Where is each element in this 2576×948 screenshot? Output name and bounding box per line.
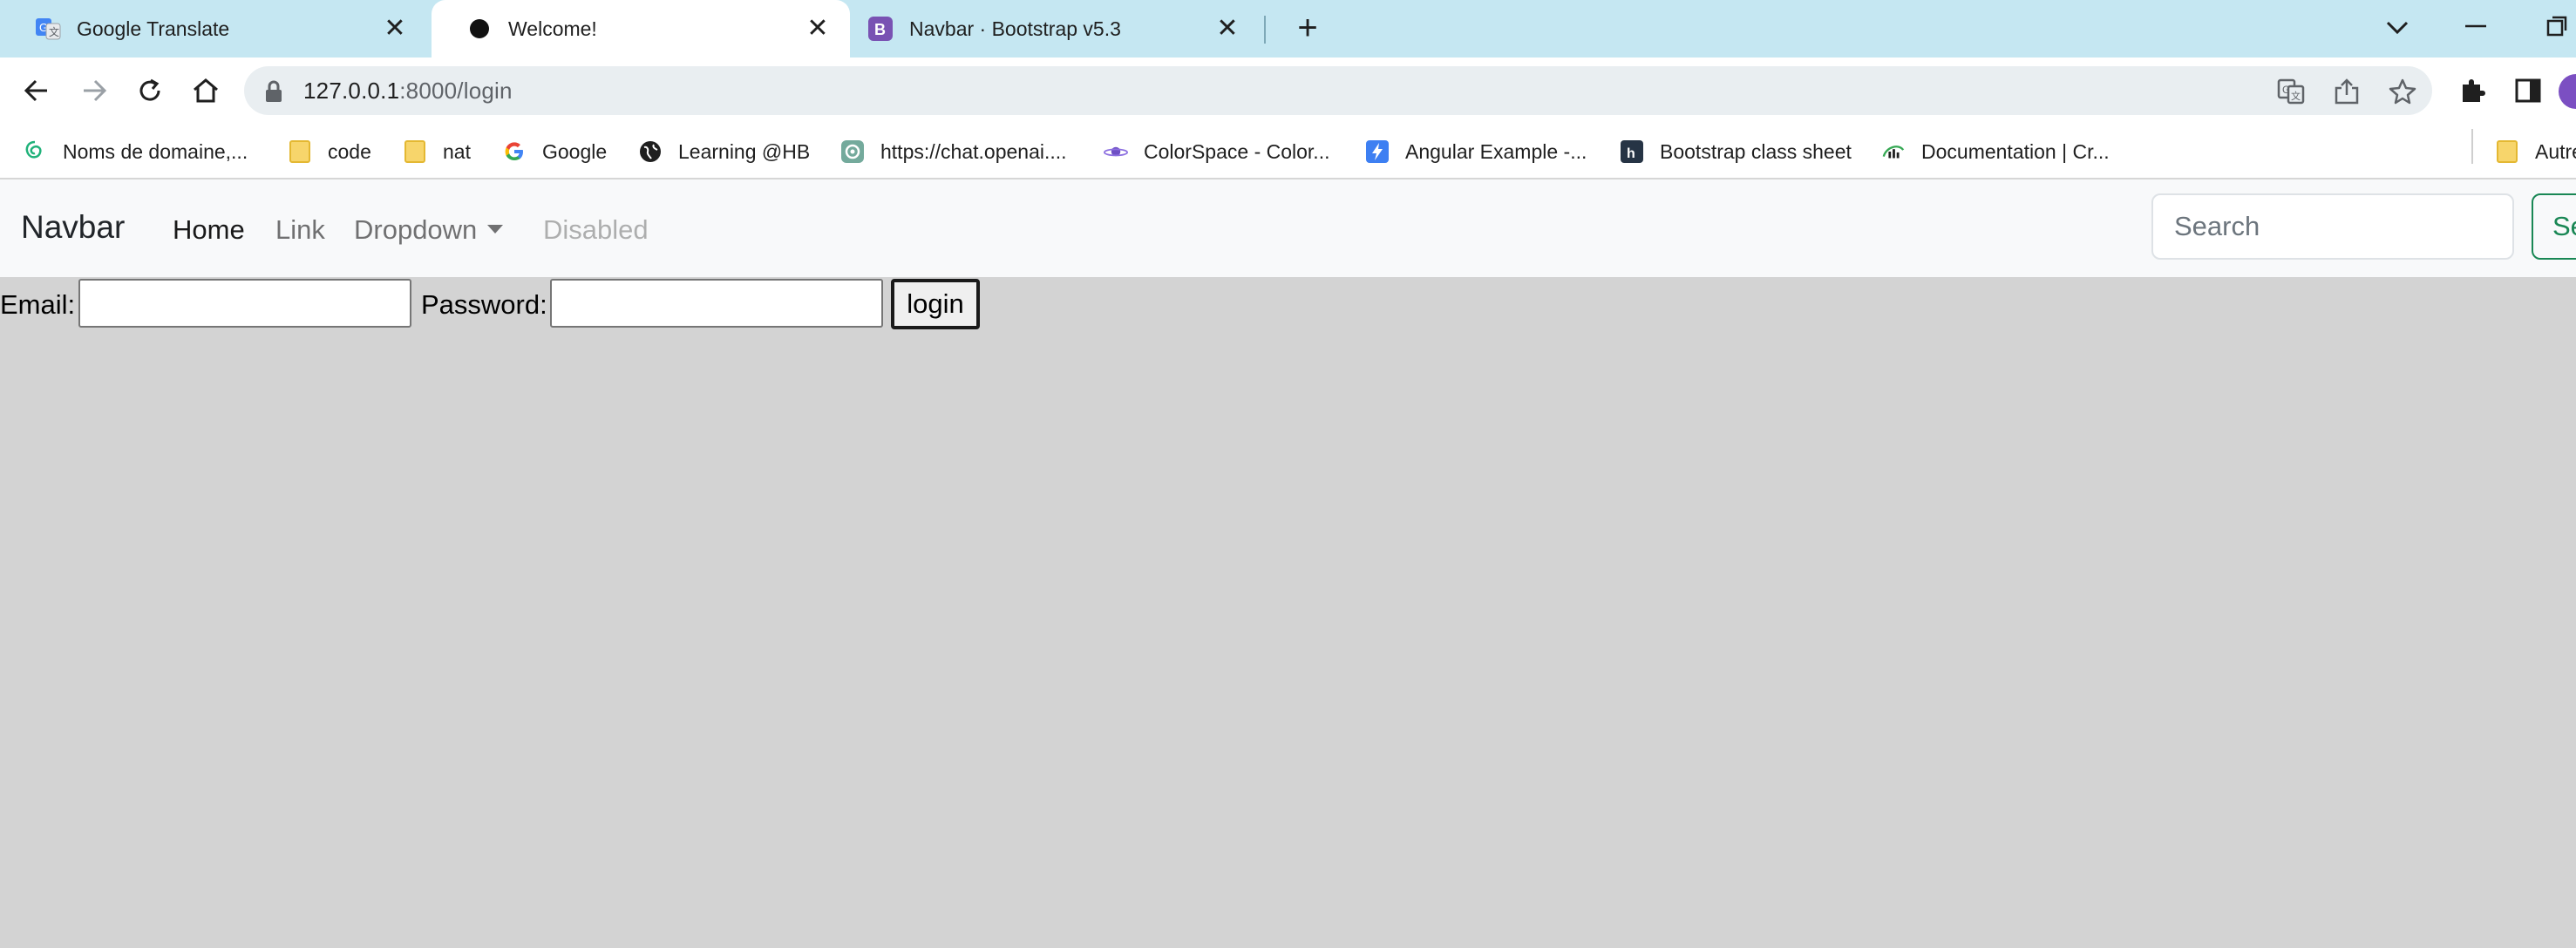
bookmark-label: code (328, 139, 371, 163)
bookmark-label: Autre (2535, 139, 2576, 163)
browser-tab-strip: G文 Google Translate ✕ Welcome! ✕ B Navba… (0, 0, 2576, 58)
google-icon (502, 139, 527, 164)
email-label: Email: (0, 289, 76, 320)
bookmark-documentation[interactable]: Documentation | Cr... (1881, 134, 2110, 169)
bookmark-nat[interactable]: nat (403, 134, 471, 169)
folder-icon (403, 139, 427, 164)
tab-google-translate[interactable]: G文 Google Translate ✕ (0, 0, 427, 58)
login-button[interactable]: login (891, 279, 980, 329)
url-text[interactable]: 127.0.0.1:8000/login (303, 78, 513, 105)
navbar-brand[interactable]: Navbar (21, 209, 125, 246)
bolt-icon (1365, 139, 1390, 164)
nav-dropdown-label: Dropdown (354, 214, 478, 245)
back-arrow-icon[interactable] (17, 71, 56, 110)
search-button[interactable]: Search (2532, 193, 2576, 260)
close-icon[interactable]: ✕ (382, 16, 408, 42)
tab-title: Welcome! (508, 17, 597, 40)
email-field[interactable] (78, 279, 411, 328)
bookmark-label: ColorSpace - Color... (1144, 139, 1330, 163)
svg-text:B: B (874, 21, 886, 38)
close-icon[interactable]: ✕ (1214, 16, 1240, 42)
bookmarks-separator (2471, 129, 2473, 164)
tab-title: Navbar · Bootstrap v5.3 (909, 17, 1121, 40)
tab-bootstrap-navbar[interactable]: B Navbar · Bootstrap v5.3 ✕ (850, 0, 1260, 58)
address-bar[interactable]: 127.0.0.1:8000/login G文 (244, 66, 2432, 115)
bookmark-label: Learning @HB (678, 139, 811, 163)
bookmark-label: https://chat.openai.... (880, 139, 1067, 163)
swirl-icon (23, 139, 47, 164)
nav-link-link[interactable]: Link (275, 214, 325, 246)
bookmark-label: Angular Example -... (1405, 139, 1587, 163)
star-icon[interactable] (2389, 78, 2416, 105)
bookmark-learning-hb[interactable]: Learning @HB (638, 134, 810, 169)
home-icon[interactable] (187, 71, 225, 110)
bookmark-google[interactable]: Google (502, 134, 607, 169)
bookmark-noms-de-domaine[interactable]: Noms de domaine,... (23, 134, 248, 169)
h-icon: h (1620, 139, 1644, 164)
nav-dropdown-toggle[interactable]: Dropdown (354, 214, 504, 246)
bookmark-angular-example[interactable]: Angular Example -... (1365, 134, 1587, 169)
url-path: :8000/login (399, 78, 513, 104)
bookmark-label: Bootstrap class sheet (1660, 139, 1852, 163)
password-label: Password: (421, 289, 547, 320)
folder-icon (2495, 139, 2519, 164)
tab-welcome[interactable]: Welcome! ✕ (432, 0, 850, 58)
bookmark-other-folder[interactable]: Autre (2495, 134, 2576, 169)
circle-icon (466, 16, 493, 42)
nav-link-home[interactable]: Home (173, 214, 245, 246)
search-input[interactable] (2151, 193, 2514, 260)
folder-icon (288, 139, 312, 164)
password-field[interactable] (550, 279, 883, 328)
navbar: Navbar Home Link Dropdown Disabled Searc… (0, 179, 2576, 277)
bookmarks-bar: Noms de domaine,... code nat Google Lear… (0, 124, 2576, 179)
bookmark-label: nat (443, 139, 471, 163)
bootstrap-icon: B (867, 16, 894, 42)
forward-arrow-icon[interactable] (75, 71, 113, 110)
google-translate-icon: G文 (35, 16, 61, 42)
nav-link-disabled: Disabled (543, 214, 649, 245)
bookmark-code[interactable]: code (288, 134, 371, 169)
bookmark-label: Documentation | Cr... (1921, 139, 2110, 163)
openai-icon (840, 139, 865, 164)
bookmark-colorspace[interactable]: ColorSpace - Color... (1104, 134, 1329, 169)
bookmark-chat-openai[interactable]: https://chat.openai.... (840, 134, 1067, 169)
tab-separator (1264, 16, 1266, 44)
translate-icon[interactable]: G文 (2277, 78, 2305, 105)
minimize-icon[interactable] (2464, 12, 2488, 38)
chart-icon (1881, 139, 1906, 164)
profile-avatar[interactable] (2559, 74, 2576, 109)
reload-icon[interactable] (131, 71, 169, 110)
close-icon[interactable]: ✕ (805, 16, 831, 42)
lock-icon[interactable] (263, 79, 284, 104)
share-icon[interactable] (2333, 78, 2361, 105)
svg-text:文: 文 (49, 25, 59, 38)
caret-down-icon (487, 224, 504, 234)
side-panel-icon[interactable] (2511, 73, 2545, 108)
bookmark-label: Noms de domaine,... (63, 139, 248, 163)
bookmark-label: Google (542, 139, 608, 163)
restore-icon[interactable] (2542, 12, 2576, 38)
url-host: 127.0.0.1 (303, 78, 400, 104)
tab-title: Google Translate (77, 17, 230, 40)
new-tab-button[interactable]: + (1290, 10, 1325, 45)
chevron-down-icon[interactable] (2384, 10, 2410, 45)
planet-icon (1104, 139, 1128, 164)
svg-text:文: 文 (2291, 90, 2301, 102)
globe-icon (638, 139, 663, 164)
bookmark-bootstrap-class-sheet[interactable]: h Bootstrap class sheet (1620, 134, 1852, 169)
browser-toolbar: 127.0.0.1:8000/login G文 (0, 58, 2576, 124)
extensions-puzzle-icon[interactable] (2455, 73, 2490, 108)
svg-text:h: h (1627, 146, 1635, 161)
